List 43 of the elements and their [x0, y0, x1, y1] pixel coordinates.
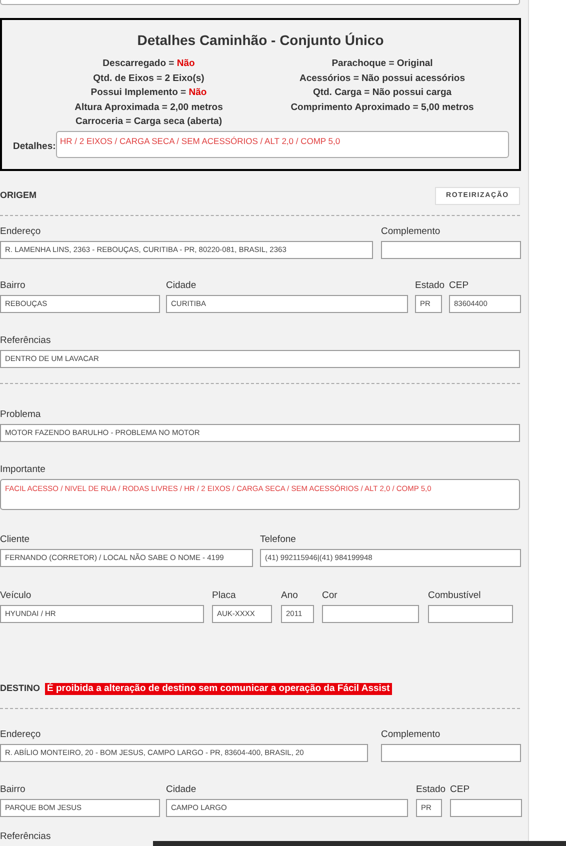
field-label: CEP — [449, 280, 470, 292]
field-label: Bairro — [0, 280, 26, 292]
field-label: CEP — [450, 784, 471, 796]
panel-title: Detalhes Caminhão - Conjunto Único — [137, 32, 384, 48]
spec-line: Possui Implemento = Não — [90, 86, 207, 100]
text-area[interactable] — [0, 0, 520, 5]
field-label: Cidade — [166, 784, 198, 796]
field-label: Combustível — [428, 590, 482, 602]
field-label: Endereço — [0, 729, 42, 741]
field-label: Placa — [212, 590, 237, 602]
notes-label: Detalhes: — [13, 140, 56, 154]
input-field[interactable] — [322, 605, 419, 623]
notes-field[interactable]: HR / 2 EIXOS / CARGA SECA / SEM ACESSÓRIOS / ALT 2,0 / COMP 5,0 — [56, 130, 509, 158]
spec-line: Qtd. de Eixos = 2 Eixo(s) — [93, 72, 204, 86]
spec-line: Descarregado = Não — [102, 57, 195, 71]
spec-line: Qtd. Carga = Não possui carga — [312, 86, 452, 100]
spec-line: Altura Aproximada = 2,00 metros — [74, 100, 223, 114]
field-label: Complemento — [381, 729, 442, 741]
section-title: DESTINO — [0, 682, 40, 696]
field-label: Importante — [0, 464, 46, 476]
input-field[interactable] — [381, 744, 521, 762]
field-label: Complemento — [381, 226, 442, 238]
spec-line: Parachoque = Original — [332, 57, 433, 71]
input-field[interactable] — [381, 241, 521, 259]
spec-line: Acessórios = Não possui acessórios — [299, 72, 466, 86]
spec-line: Carroceria = Carga seca (aberta) — [75, 115, 222, 129]
field-label: Veículo — [0, 590, 32, 602]
field-label: Estado — [415, 280, 442, 292]
field-label: Cidade — [166, 280, 198, 292]
spec-line: Comprimento Aproximado = 5,00 metros — [290, 100, 474, 114]
field-label: Bairro — [0, 784, 26, 796]
field-label: Referências — [0, 335, 52, 347]
input-field[interactable] — [428, 605, 513, 623]
warning-banner: É proibida a alteração de destino sem comunicar a operação da Fácil Assist — [45, 683, 392, 695]
field-label: Problema — [0, 409, 42, 421]
field-label: Ano — [281, 590, 299, 602]
field-label: Referências — [0, 831, 51, 842]
field-label: Endereço — [0, 226, 42, 238]
field-label: Cliente — [0, 534, 31, 546]
section-title: ORIGEM — [0, 189, 37, 202]
field-label: Cor — [322, 590, 338, 602]
input-field[interactable] — [450, 799, 522, 817]
field-label: Telefone — [260, 534, 297, 546]
